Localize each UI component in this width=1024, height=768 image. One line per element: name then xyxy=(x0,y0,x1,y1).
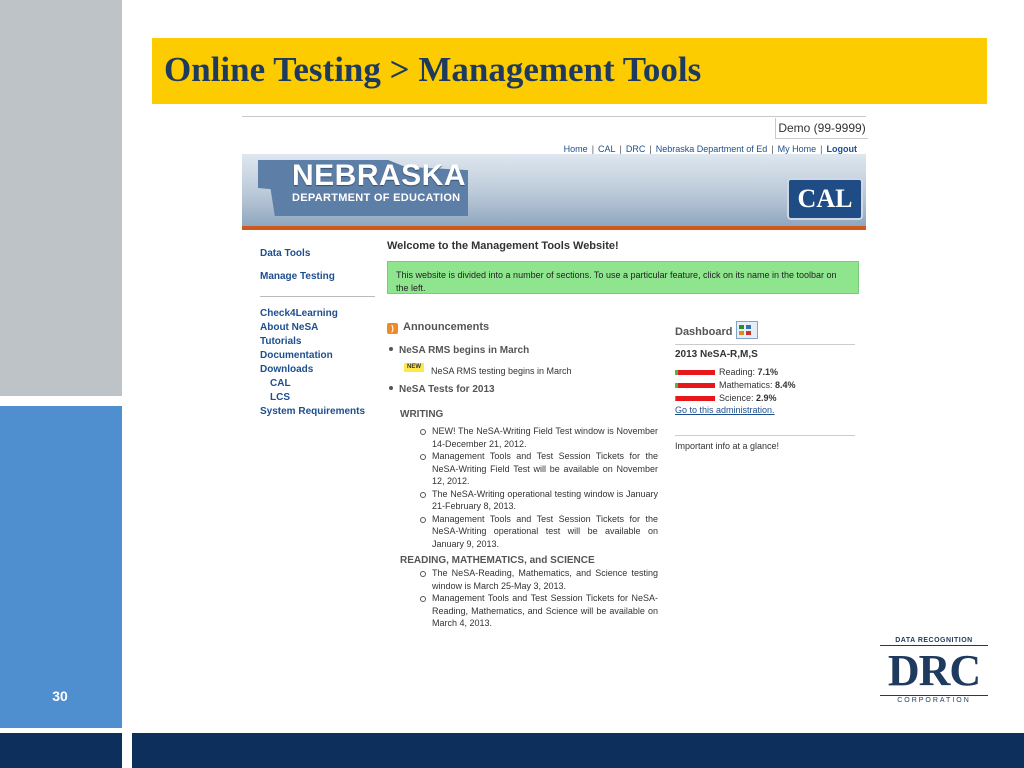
banner-stripe xyxy=(242,226,866,230)
dashboard-row-value: 2.9% xyxy=(756,393,777,403)
top-link-my-home[interactable]: My Home xyxy=(778,144,817,154)
announcement-item-label: NeSA Tests for 2013 xyxy=(399,384,495,395)
drc-logo-main-text: DRC xyxy=(887,646,981,695)
announcement-item-label: NeSA RMS begins in March xyxy=(399,345,530,356)
writing-heading: WRITING xyxy=(400,409,444,420)
progress-fill xyxy=(675,396,677,401)
site-top-divider xyxy=(242,116,866,117)
top-link-logout[interactable]: Logout xyxy=(827,144,858,154)
announcement-item[interactable]: NeSA RMS begins in March xyxy=(387,345,529,356)
nav-documentation[interactable]: Documentation xyxy=(260,350,333,361)
list-item: Management Tools and Test Session Ticket… xyxy=(418,450,658,488)
nav-downloads-lcs[interactable]: LCS xyxy=(270,392,290,403)
slide-title: Online Testing > Management Tools xyxy=(164,50,702,89)
list-item: Management Tools and Test Session Ticket… xyxy=(418,513,658,551)
nav-manage-testing[interactable]: Manage Testing xyxy=(260,271,335,282)
top-link-nde[interactable]: Nebraska Department of Ed xyxy=(656,144,768,154)
dashboard-icon[interactable] xyxy=(736,321,759,339)
announcements-heading: ) Announcements xyxy=(387,321,489,334)
bullet-icon xyxy=(389,386,393,390)
nav-system-requirements[interactable]: System Requirements xyxy=(260,406,365,417)
drc-logo-bottom-text: CORPORATION xyxy=(880,695,988,704)
site-banner: NEBRASKA DEPARTMENT OF EDUCATION CAL xyxy=(242,154,866,226)
announcement-detail: NeSA RMS testing begins in March xyxy=(431,366,572,376)
dashboard-row-label: Reading: xyxy=(719,367,756,377)
progress-bar xyxy=(675,396,715,401)
list-item: NEW! The NeSA-Writing Field Test window … xyxy=(418,425,658,450)
dashboard-row-value: 7.1% xyxy=(757,367,779,377)
bullet-icon xyxy=(389,347,393,351)
nav-tutorials[interactable]: Tutorials xyxy=(260,336,301,347)
top-link-home[interactable]: Home xyxy=(564,144,588,154)
writing-list: NEW! The NeSA-Writing Field Test window … xyxy=(418,425,658,550)
website-screenshot: Demo (99-9999) Home | CAL | DRC | Nebraska Dep… xyxy=(242,116,872,636)
top-link-drc[interactable]: DRC xyxy=(626,144,646,154)
top-links: Home | CAL | DRC | Nebraska Department of Ed | M… xyxy=(563,144,858,154)
slide-number: 30 xyxy=(52,688,68,704)
drc-logo-top-text: DATA RECOGNITION xyxy=(880,637,988,646)
dashboard-divider xyxy=(675,344,855,345)
slide-footer-bar-right xyxy=(132,733,1024,768)
slide-side-bar-gray xyxy=(0,0,122,396)
dashboard-divider xyxy=(675,435,855,436)
rms-heading: READING, MATHEMATICS, and SCIENCE xyxy=(400,555,595,566)
dashboard-admin-title: 2013 NeSA-R,M,S xyxy=(675,349,758,360)
dashboard-note: Important info at a glance! xyxy=(675,441,780,451)
nav-downloads[interactable]: Downloads xyxy=(260,364,313,375)
dashboard-row-label: Mathematics: xyxy=(719,380,773,390)
nav-divider xyxy=(260,296,375,297)
banner-state-name: NEBRASKA xyxy=(292,159,467,192)
list-item: The NeSA-Reading, Mathematics, and Scien… xyxy=(418,567,658,592)
rss-icon[interactable]: ) xyxy=(387,323,398,334)
dashboard-title-label: Dashboard xyxy=(675,326,733,338)
dashboard-heading: Dashboard xyxy=(675,321,759,339)
info-banner: This website is divided into a number of… xyxy=(387,261,859,294)
banner-department: DEPARTMENT OF EDUCATION xyxy=(292,192,461,204)
slide-footer-bar-left xyxy=(0,733,122,768)
announcements-title: Announcements xyxy=(403,321,490,333)
progress-bar xyxy=(675,383,715,388)
user-box: Demo (99-9999) xyxy=(775,118,868,139)
dashboard-row-value: 8.4% xyxy=(775,380,796,390)
go-to-administration-link[interactable]: Go to this administration. xyxy=(675,405,775,415)
dashboard-row-label: Science: xyxy=(719,393,754,403)
welcome-heading: Welcome to the Management Tools Website! xyxy=(387,240,619,252)
nav-check4learning[interactable]: Check4Learning xyxy=(260,308,338,319)
list-item: The NeSA-Writing operational testing win… xyxy=(418,488,658,513)
nav-downloads-cal[interactable]: CAL xyxy=(270,378,291,389)
drc-logo: DATA RECOGNITION DRC CORPORATION xyxy=(880,637,990,709)
slide-title-box: Online Testing > Management Tools xyxy=(152,38,987,104)
slide-side-bar-blue xyxy=(0,406,122,728)
nav-about-nesa[interactable]: About NeSA xyxy=(260,322,318,333)
progress-fill xyxy=(675,370,678,375)
top-link-cal[interactable]: CAL xyxy=(598,144,616,154)
announcement-item[interactable]: NeSA Tests for 2013 xyxy=(387,384,495,395)
progress-bar xyxy=(675,370,715,375)
list-item: Management Tools and Test Session Ticket… xyxy=(418,592,658,630)
nav-data-tools[interactable]: Data Tools xyxy=(260,248,310,259)
progress-fill xyxy=(675,383,679,388)
new-badge: NEW xyxy=(404,363,424,372)
rms-list: The NeSA-Reading, Mathematics, and Scien… xyxy=(418,567,658,630)
cal-logo[interactable]: CAL xyxy=(787,178,863,220)
